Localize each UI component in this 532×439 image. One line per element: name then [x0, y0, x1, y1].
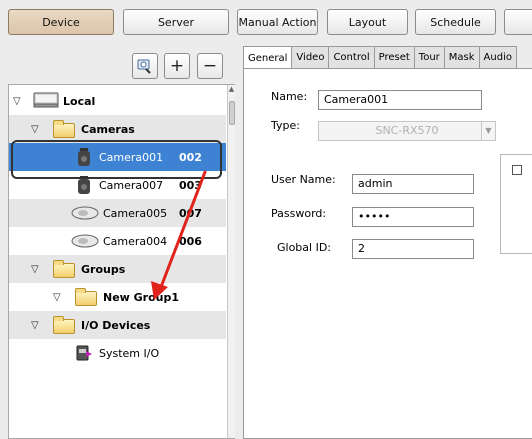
annotation-arrow	[151, 170, 207, 300]
